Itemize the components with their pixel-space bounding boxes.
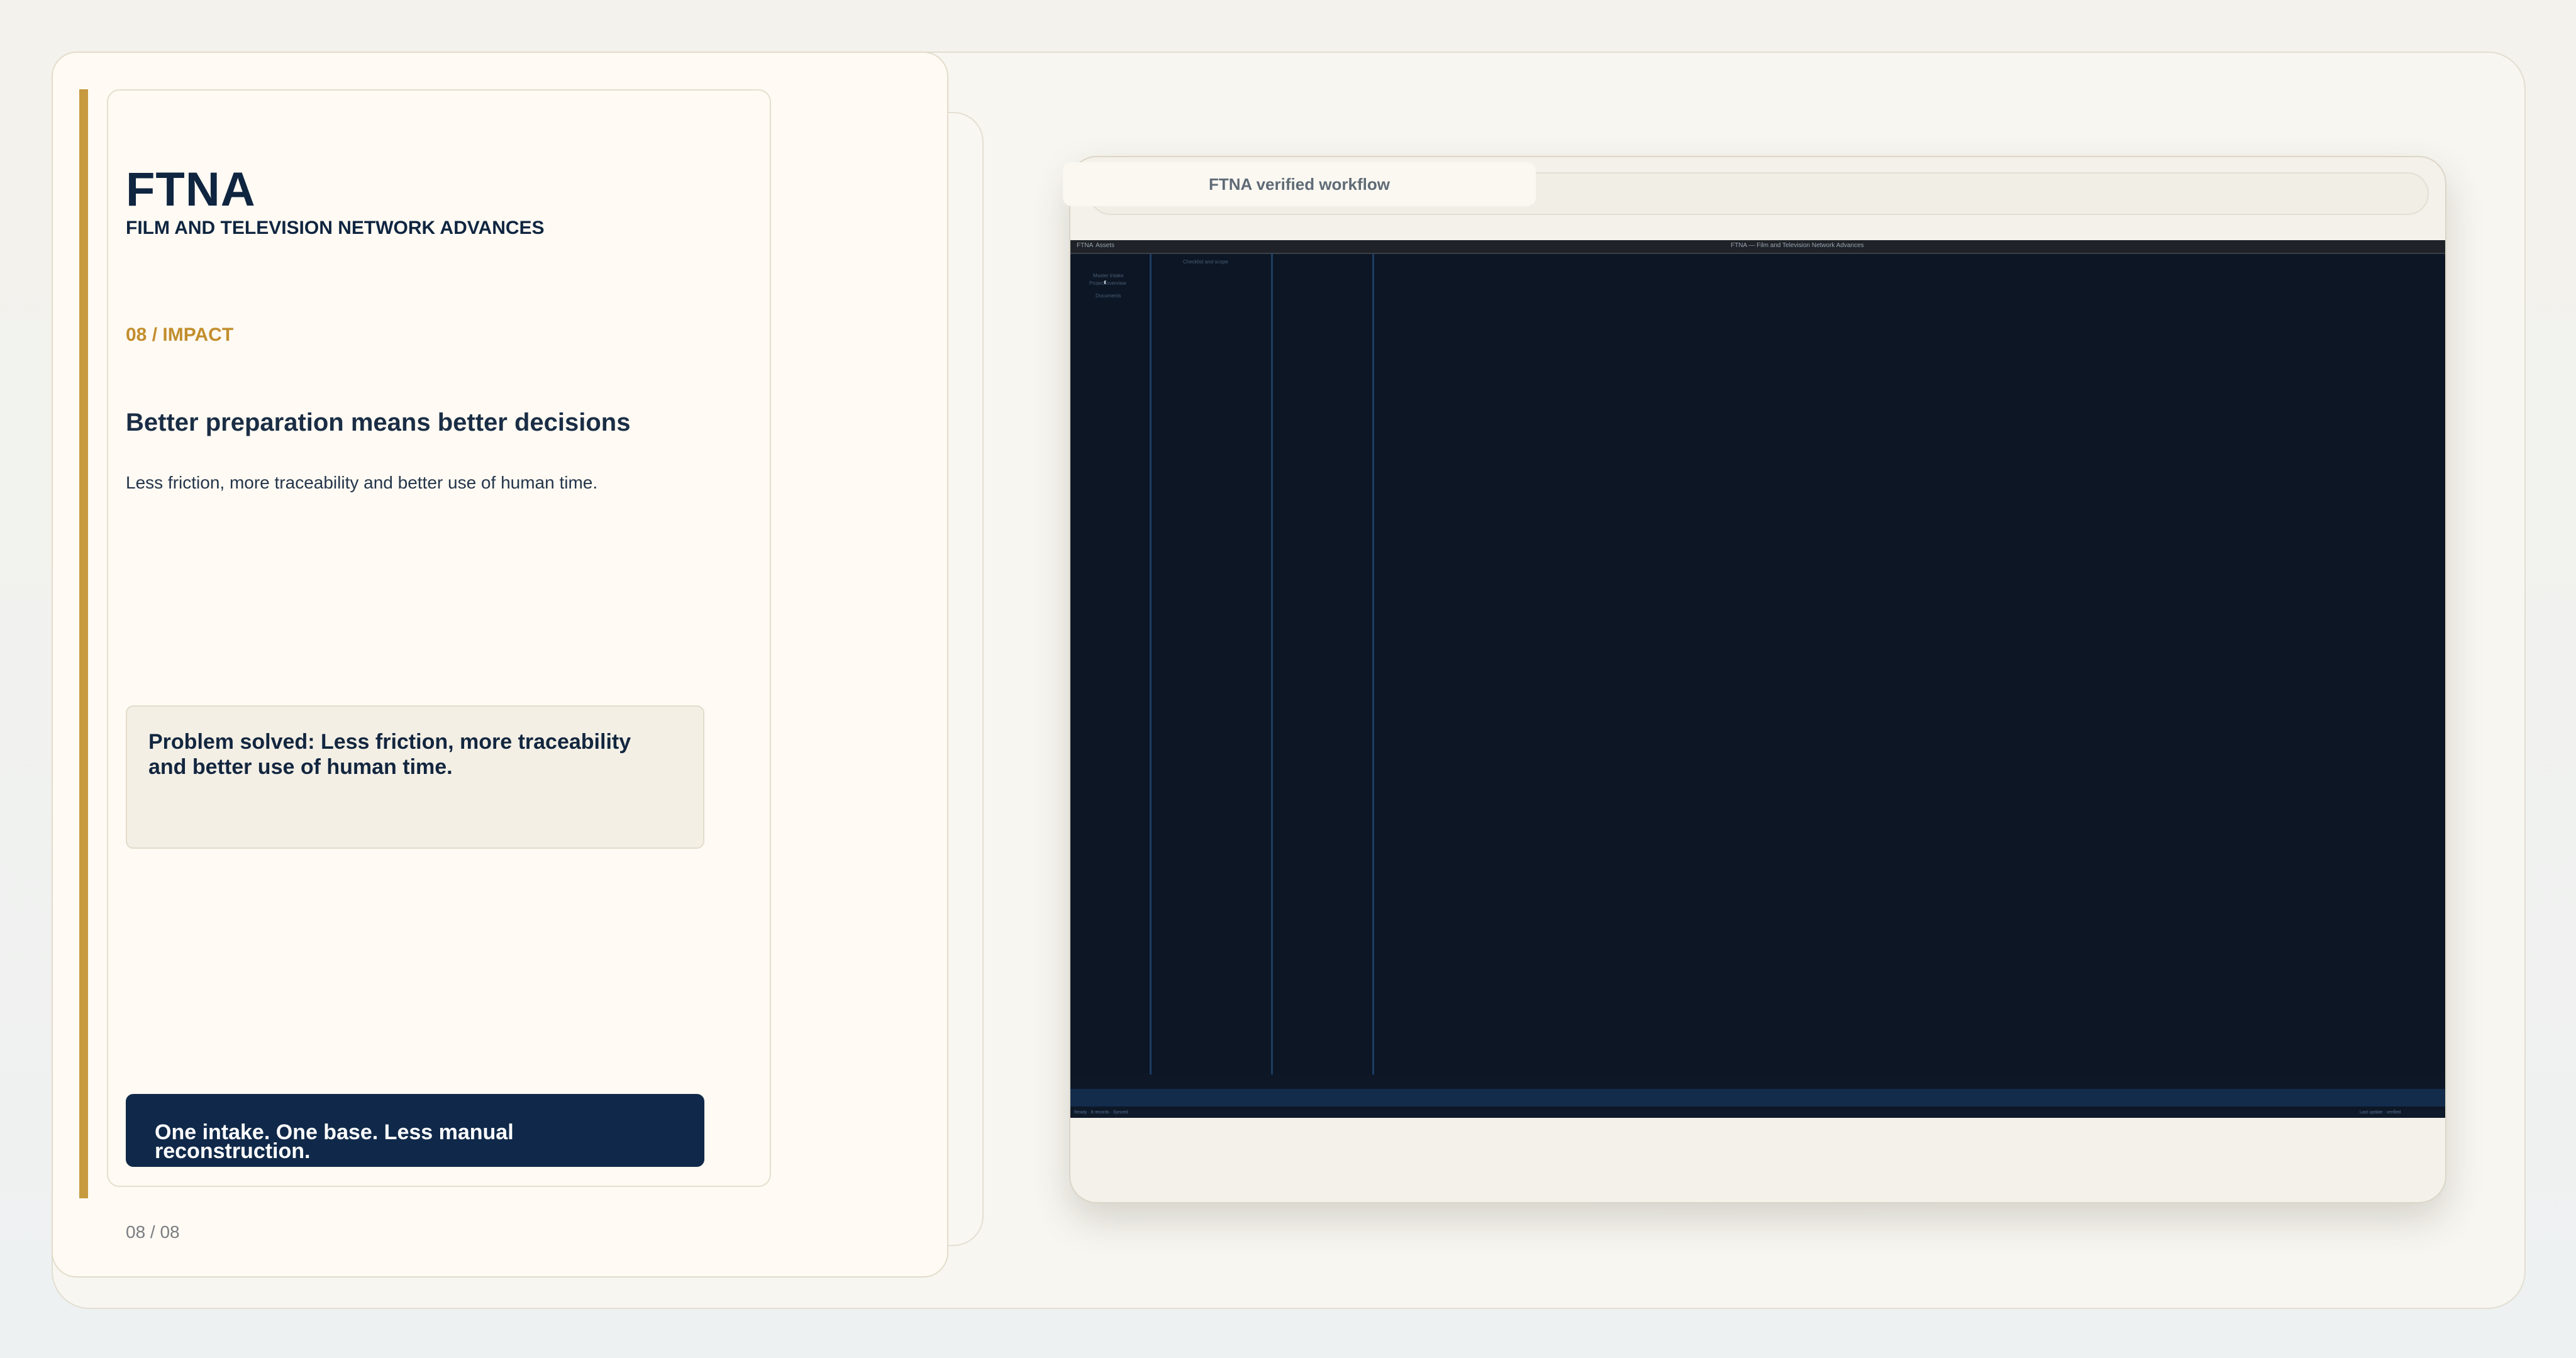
app-status-left: Ready · 8 records · Synced bbox=[1074, 1110, 1128, 1115]
app-status-right: Last update · verified bbox=[2360, 1110, 2401, 1115]
app-status-bar: Ready · 8 records · Synced Last update ·… bbox=[1070, 1110, 2445, 1118]
app-sidebar-title: Master Intake bbox=[1093, 273, 1124, 279]
app-main-canvas bbox=[1374, 254, 2445, 1074]
app-detail-panel bbox=[1273, 254, 1372, 1074]
app-topbar-brand: FTNA bbox=[1077, 242, 1094, 249]
app-sidebar-subtitle: Project overview bbox=[1089, 280, 1126, 286]
brand-logo: FTNA bbox=[126, 163, 256, 216]
app-list-panel: Checklist and scope bbox=[1152, 254, 1271, 1074]
app-screenshot: FTNA Assets FTNA — Film and Television N… bbox=[1070, 240, 2445, 1118]
slide-content-card bbox=[107, 89, 771, 1187]
app-sidebar-item[interactable]: Documents bbox=[1096, 293, 1121, 299]
problem-callout-text: Problem solved: Less friction, more trac… bbox=[148, 730, 631, 779]
app-bottom-panel bbox=[1070, 1089, 2445, 1107]
slide-body: Less friction, more traceability and bet… bbox=[126, 473, 598, 492]
brand-subtitle: FILM AND TELEVISION NETWORK ADVANCES bbox=[126, 218, 545, 238]
accent-bar bbox=[79, 89, 88, 1198]
app-topbar-tab[interactable]: Assets bbox=[1096, 242, 1114, 249]
slide-headline: Better preparation means better decision… bbox=[126, 409, 631, 436]
section-label: 08 / IMPACT bbox=[126, 324, 234, 345]
cta-banner-text: One intake. One base. Less manual recons… bbox=[155, 1120, 514, 1163]
page-number: 08 / 08 bbox=[126, 1222, 180, 1242]
app-list-header: Checklist and scope bbox=[1183, 259, 1228, 265]
problem-callout: Problem solved: Less friction, more trac… bbox=[126, 705, 704, 849]
app-sidebar: ◐ Master Intake Project overview Documen… bbox=[1070, 254, 1150, 1074]
app-topbar-title: FTNA — Film and Television Network Advan… bbox=[1731, 242, 1864, 249]
cta-banner: One intake. One base. Less manual recons… bbox=[126, 1094, 704, 1167]
workflow-badge: FTNA verified workflow bbox=[1063, 162, 1536, 206]
app-topbar: FTNA Assets FTNA — Film and Television N… bbox=[1070, 240, 2445, 254]
